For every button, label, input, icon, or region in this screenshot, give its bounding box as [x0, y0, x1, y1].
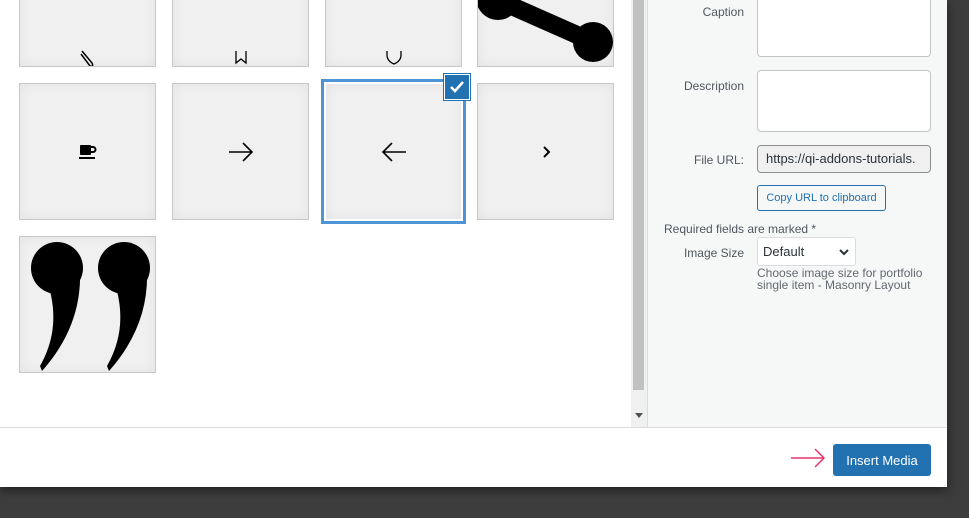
file-url-label: File URL:: [693, 153, 744, 167]
caption-label: Caption: [702, 5, 744, 19]
arrow-right-icon: [228, 141, 253, 162]
chevron-right-icon: [542, 145, 550, 158]
chevron-down-icon: [839, 249, 849, 256]
attachment-quote[interactable]: [19, 236, 156, 373]
modal-toolbar: Insert Media: [0, 427, 947, 487]
required-fields-note: Required fields are marked *: [664, 222, 817, 236]
scrollbar-thumb[interactable]: [633, 0, 644, 390]
image-size-help: Choose image size for portfolio single i…: [757, 266, 923, 292]
arrow-left-icon: [381, 141, 406, 162]
insert-media-button[interactable]: Insert Media: [833, 444, 931, 476]
attachment-details-sidebar: Caption Description File URL: https://qi…: [647, 0, 947, 427]
shield-icon: [385, 50, 402, 65]
description-label: Description: [683, 79, 744, 93]
paperclip-icon: [79, 50, 93, 66]
selected-check-button[interactable]: [444, 74, 470, 100]
attachment-coffee-cup[interactable]: [19, 83, 156, 220]
share-node-icon: [478, 0, 613, 62]
attachment-paperclip[interactable]: [19, 0, 156, 67]
attachment-bookmark[interactable]: [172, 0, 309, 67]
annotation-arrow-icon: [791, 448, 826, 468]
image-size-select[interactable]: Default: [757, 237, 856, 266]
attachment-share-node[interactable]: [477, 0, 614, 67]
attachment-arrow-left[interactable]: [321, 79, 466, 224]
grid-scrollbar[interactable]: [631, 0, 647, 427]
attachment-arrow-right[interactable]: [172, 83, 309, 220]
file-url-input[interactable]: https://qi-addons-tutorials.: [757, 145, 931, 173]
checkmark-icon: [450, 81, 464, 93]
image-size-label: Image Size: [683, 246, 744, 260]
attachment-chevron-right[interactable]: [477, 83, 614, 220]
bookmark-icon: [234, 50, 247, 64]
media-modal: Caption Description File URL: https://qi…: [0, 0, 947, 487]
description-textarea[interactable]: [757, 70, 931, 132]
quote-icon: [31, 242, 150, 371]
caption-textarea[interactable]: [757, 0, 931, 57]
scroll-down-arrow-icon[interactable]: [635, 413, 643, 418]
attachment-shield[interactable]: [325, 0, 462, 67]
image-size-value: Default: [763, 244, 805, 259]
coffee-cup-icon: [78, 144, 96, 159]
copy-url-button[interactable]: Copy URL to clipboard: [757, 185, 886, 211]
